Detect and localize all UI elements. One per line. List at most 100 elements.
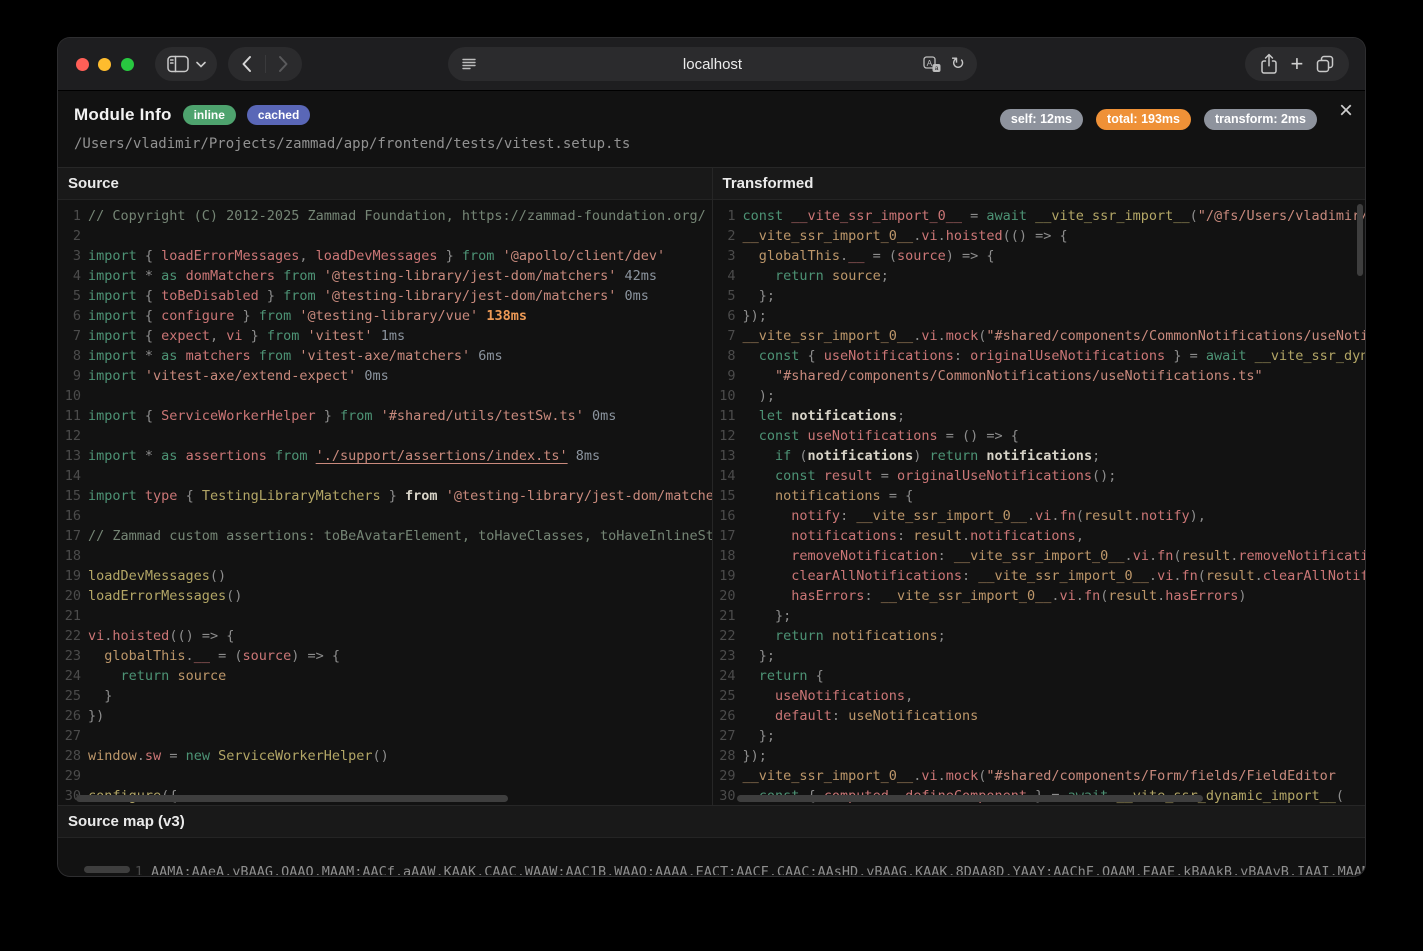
code-line: 15import type { TestingLibraryMatchers }… — [58, 486, 712, 506]
code-line: 21 }; — [713, 606, 1366, 626]
line-number: 25 — [713, 686, 743, 706]
code-line: 29__vite_ssr_import_0__.vi.mock("#shared… — [713, 766, 1366, 786]
address-bar[interactable]: localhost A a ↻ — [448, 47, 977, 81]
line-number: 28 — [58, 746, 88, 766]
module-path: /Users/vladimir/Projects/zammad/app/fron… — [74, 135, 630, 153]
code-line: 8import * as matchers from 'vitest-axe/m… — [58, 346, 712, 366]
module-link[interactable]: './support/assertions/index.ts' — [316, 448, 568, 464]
code-line: 18 removeNotification: __vite_ssr_import… — [713, 546, 1366, 566]
code-line: 14 — [58, 466, 712, 486]
code-line: 29 — [58, 766, 712, 786]
code-line: 20 hasErrors: __vite_ssr_import_0__.vi.f… — [713, 586, 1366, 606]
code-line: 2__vite_ssr_import_0__.vi.hoisted(() => … — [713, 226, 1366, 246]
close-icon[interactable]: × — [1339, 99, 1353, 123]
code-line: 2 — [58, 226, 712, 246]
code-line: 10 ); — [713, 386, 1366, 406]
source-code[interactable]: 1// Copyright (C) 2012-2025 Zammad Found… — [58, 200, 712, 804]
chevron-down-icon — [196, 61, 206, 68]
code-line: 25 useNotifications, — [713, 686, 1366, 706]
line-number: 6 — [713, 306, 743, 326]
code-line: 5 }; — [713, 286, 1366, 306]
line-number: 10 — [58, 386, 88, 406]
line-number: 3 — [713, 246, 743, 266]
line-number: 15 — [713, 486, 743, 506]
sourcemap-horizontal-scrollbar[interactable] — [84, 866, 130, 873]
chevron-left-icon — [241, 55, 252, 73]
badge-cached: cached — [247, 105, 310, 125]
url-text: localhost — [448, 56, 977, 73]
code-line: 4import * as domMatchers from '@testing-… — [58, 266, 712, 286]
forward-button[interactable] — [265, 47, 302, 81]
line-number: 7 — [58, 326, 88, 346]
transformed-vertical-scrollbar[interactable] — [1357, 204, 1363, 276]
minimize-window-button[interactable] — [98, 58, 111, 71]
reload-icon[interactable]: ↻ — [951, 54, 965, 74]
code-line: 11import { ServiceWorkerHelper } from '#… — [58, 406, 712, 426]
sourcemap-title: Source map (v3) — [58, 806, 1365, 838]
translate-icon[interactable]: A a — [923, 56, 941, 73]
line-number: 27 — [58, 726, 88, 746]
code-line: 28}); — [713, 746, 1366, 766]
badge-inline: inline — [183, 105, 236, 125]
code-line: 13 if (notifications) return notificatio… — [713, 446, 1366, 466]
line-number: 3 — [58, 246, 88, 266]
code-line: 6import { configure } from '@testing-lib… — [58, 306, 712, 326]
line-number: 26 — [713, 706, 743, 726]
code-line: 26}) — [58, 706, 712, 726]
code-line: 17 notifications: result.notifications, — [713, 526, 1366, 546]
line-number: 5 — [58, 286, 88, 306]
sidebar-toggle-button[interactable] — [155, 47, 217, 81]
timing-badge-self: self: 12ms — [1000, 109, 1083, 130]
new-tab-icon[interactable]: + — [1291, 54, 1304, 74]
close-window-button[interactable] — [76, 58, 89, 71]
code-line: 12 const useNotifications = () => { — [713, 426, 1366, 446]
line-number: 7 — [713, 326, 743, 346]
line-number: 2 — [58, 226, 88, 246]
code-line: 28window.sw = new ServiceWorkerHelper() — [58, 746, 712, 766]
line-number: 29 — [58, 766, 88, 786]
line-number: 22 — [58, 626, 88, 646]
line-number: 27 — [713, 726, 743, 746]
line-number: 12 — [713, 426, 743, 446]
transformed-code[interactable]: 1const __vite_ssr_import_0__ = await __v… — [713, 200, 1366, 804]
line-number: 16 — [58, 506, 88, 526]
sourcemap-body[interactable]: 1AAMA;AAeA,yBAAG,QAAQ,MAAM;AACf,aAAW,KAA… — [58, 838, 1365, 875]
line-number: 11 — [58, 406, 88, 426]
line-number: 26 — [58, 706, 88, 726]
zoom-window-button[interactable] — [121, 58, 134, 71]
source-horizontal-scrollbar[interactable] — [76, 795, 508, 802]
module-inspector: Module Info inline cached /Users/vladimi… — [58, 91, 1365, 875]
module-header: Module Info inline cached /Users/vladimi… — [58, 91, 1365, 168]
line-number: 18 — [713, 546, 743, 566]
line-number: 2 — [713, 226, 743, 246]
code-line: 14 const result = originalUseNotificatio… — [713, 466, 1366, 486]
code-line: 27 — [58, 726, 712, 746]
transformed-horizontal-scrollbar[interactable] — [737, 795, 1203, 802]
svg-text:a: a — [934, 65, 938, 72]
line-number: 9 — [58, 366, 88, 386]
share-icon[interactable] — [1259, 53, 1279, 75]
svg-text:A: A — [926, 57, 932, 67]
code-line: 19loadDevMessages() — [58, 566, 712, 586]
code-line: 3import { loadErrorMessages, loadDevMess… — [58, 246, 712, 266]
code-line: 22vi.hoisted(() => { — [58, 626, 712, 646]
tab-overview-icon[interactable] — [1315, 54, 1335, 74]
back-button[interactable] — [228, 47, 265, 81]
code-line: 10 — [58, 386, 712, 406]
code-line: 7import { expect, vi } from 'vitest' 1ms — [58, 326, 712, 346]
code-line: 16 notify: __vite_ssr_import_0__.vi.fn(r… — [713, 506, 1366, 526]
line-number: 18 — [58, 546, 88, 566]
code-line: 27 }; — [713, 726, 1366, 746]
line-number: 13 — [58, 446, 88, 466]
line-number: 14 — [58, 466, 88, 486]
sourcemap-mappings: AAMA;AAeA,yBAAG,QAAQ,MAAM;AACf,aAAW,KAAK… — [151, 864, 1365, 875]
code-line: 5import { toBeDisabled } from '@testing-… — [58, 286, 712, 306]
line-number: 16 — [713, 506, 743, 526]
timing-badges: self: 12ms total: 193ms transform: 2ms — [1000, 109, 1317, 130]
line-number: 19 — [58, 566, 88, 586]
sourcemap-section: Source map (v3) 1AAMA;AAeA,yBAAG,QAAQ,MA… — [58, 805, 1365, 875]
line-number: 25 — [58, 686, 88, 706]
code-line: 25 } — [58, 686, 712, 706]
toolbar-right-buttons: + — [1245, 47, 1349, 81]
line-number: 20 — [713, 586, 743, 606]
